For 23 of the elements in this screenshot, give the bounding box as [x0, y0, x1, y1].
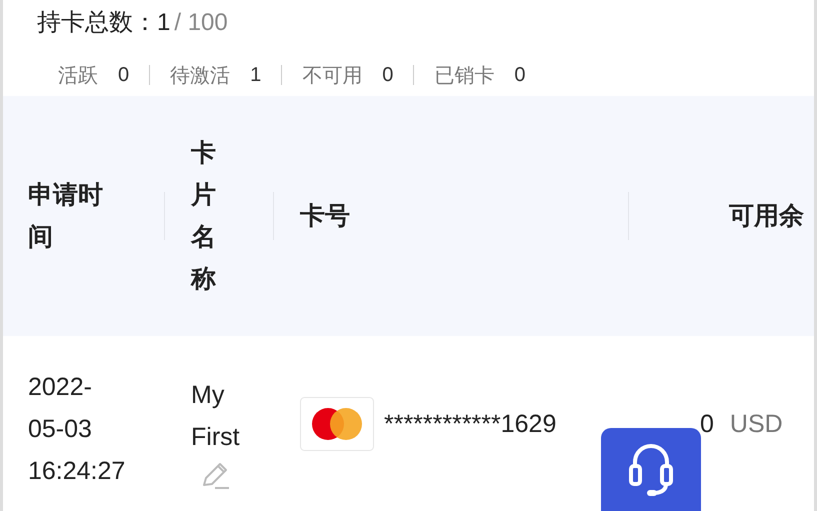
card-brand-logo-icon: [300, 397, 374, 451]
apply-time: 2022-05-03 16:24:27: [28, 372, 126, 487]
status-label: 待激活: [170, 64, 230, 88]
column-header: 申请时间: [28, 180, 103, 253]
status-label: 不可用: [302, 64, 362, 88]
card-limit: / 100: [174, 9, 228, 37]
status-count: 0: [514, 64, 526, 86]
column-header: 卡号: [300, 201, 350, 232]
card-name: My First: [191, 380, 241, 453]
status-count: 0: [118, 64, 130, 86]
card-count: 1: [157, 9, 170, 37]
currency: USD: [730, 410, 783, 438]
headset-icon: [629, 442, 673, 498]
balance: 0: [700, 410, 714, 438]
card-number: ************1629: [384, 410, 556, 438]
status-label: 活跃: [58, 64, 98, 88]
status-label: 已销卡: [434, 64, 494, 88]
column-header: 可用余: [729, 201, 804, 232]
card-count-label: 持卡总数：: [37, 8, 157, 38]
customer-service-button[interactable]: [601, 428, 701, 511]
status-count: 1: [250, 64, 262, 86]
column-header: 卡片名称: [191, 138, 216, 295]
status-count: 0: [382, 64, 394, 86]
